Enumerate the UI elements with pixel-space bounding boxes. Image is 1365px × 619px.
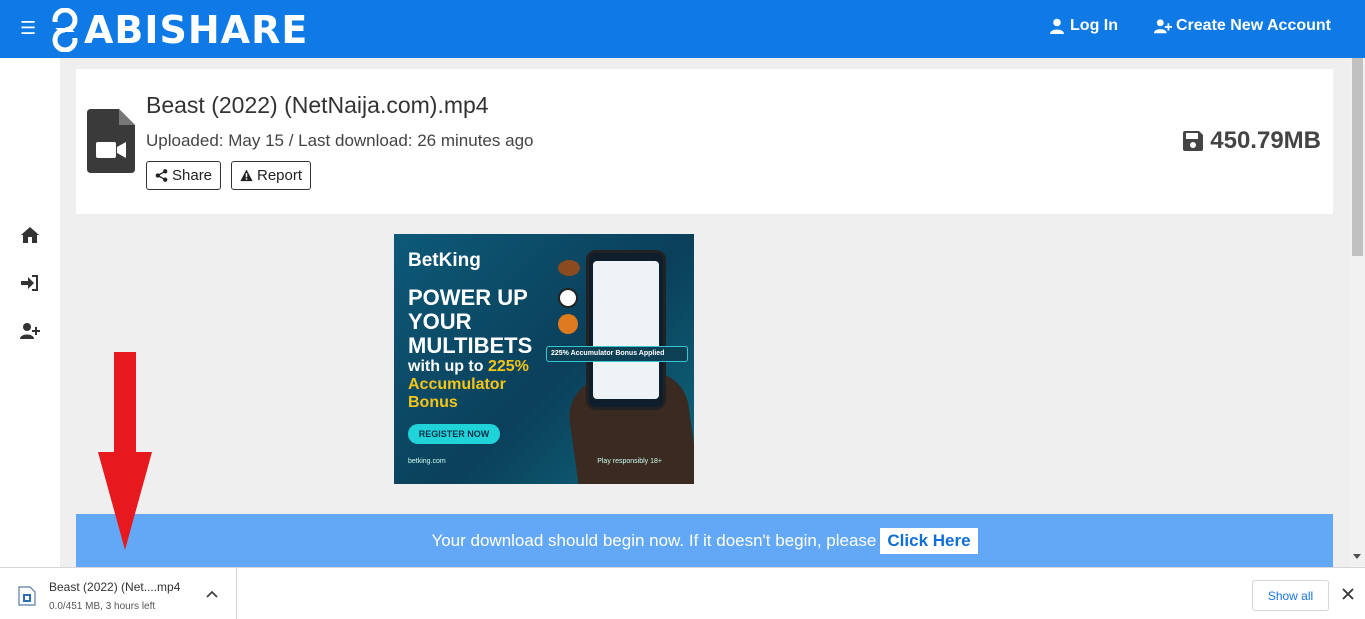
download-file-icon xyxy=(18,586,36,606)
file-size: 450.79MB xyxy=(1182,127,1321,155)
share-button[interactable]: Share xyxy=(146,161,222,190)
login-label: Log In xyxy=(1070,17,1118,34)
close-icon[interactable] xyxy=(1341,587,1355,601)
ad-phone-screen xyxy=(593,261,659,399)
save-disk-icon xyxy=(1183,131,1204,151)
left-sidebar xyxy=(0,58,60,567)
download-filename: Beast (2022) (Net....mp4 xyxy=(49,580,181,594)
home-icon[interactable] xyxy=(20,226,40,244)
file-card: Beast (2022) (NetNaija.com).mp4 Uploaded… xyxy=(76,69,1333,214)
login-link[interactable]: Log In xyxy=(1048,17,1118,35)
report-button[interactable]: Report xyxy=(231,161,312,190)
create-account-label: Create New Account xyxy=(1176,17,1331,34)
download-notice: Your download should begin now. If it do… xyxy=(76,514,1333,567)
page-scrollbar[interactable] xyxy=(1350,58,1365,567)
scrollbar-thumb[interactable] xyxy=(1352,58,1363,256)
ad-sub-highlight2: Accumulator Bonus xyxy=(408,376,506,411)
browser-download-bar: Beast (2022) (Net....mp4 0.0/451 MB, 3 h… xyxy=(0,567,1365,619)
ad-bonus-pill: 225% Accumulator Bonus Applied xyxy=(546,346,688,362)
file-title: Beast (2022) (NetNaija.com).mp4 xyxy=(146,92,489,118)
download-item[interactable]: Beast (2022) (Net....mp4 0.0/451 MB, 3 h… xyxy=(0,568,237,619)
report-label: Report xyxy=(257,167,303,184)
ad-subheadline: with up to 225% Accumulator Bonus xyxy=(408,358,558,412)
logo-s-mark xyxy=(48,8,82,52)
file-upload-meta: Uploaded: May 15 / Last download: 26 min… xyxy=(146,131,534,150)
top-navbar: ☰ ABISHARE Log In Create New Account xyxy=(0,0,1365,58)
red-down-arrow xyxy=(98,352,152,550)
notice-text: Your download should begin now. If it do… xyxy=(431,530,877,550)
ad-headline: POWER UP YOUR MULTIBETS xyxy=(408,285,533,358)
ad-url: betking.com xyxy=(408,458,446,465)
football-icon xyxy=(558,260,580,276)
create-account-link[interactable]: Create New Account xyxy=(1154,17,1331,35)
user-plus-icon xyxy=(1154,19,1172,34)
site-logo[interactable]: ABISHARE xyxy=(48,6,308,54)
share-label: Share xyxy=(172,167,213,184)
scroll-down-arrow-icon[interactable] xyxy=(1353,554,1361,559)
ad-responsible: Play responsibly 18+ xyxy=(597,458,662,465)
file-size-value: 450.79MB xyxy=(1210,127,1321,154)
soccer-ball-icon xyxy=(558,288,578,308)
betking-ad-banner[interactable]: BetKing POWER UP YOUR MULTIBETS with up … xyxy=(394,234,694,484)
ad-phone-image xyxy=(586,250,666,410)
sign-in-icon[interactable] xyxy=(20,274,40,292)
user-plus-icon[interactable] xyxy=(20,322,40,340)
ad-register-button[interactable]: REGISTER NOW xyxy=(408,424,500,444)
share-icon xyxy=(155,169,168,182)
download-status: 0.0/451 MB, 3 hours left xyxy=(49,601,156,612)
ad-brand: BetKing xyxy=(408,250,481,271)
main-content: Beast (2022) (NetNaija.com).mp4 Uploaded… xyxy=(60,58,1350,567)
user-icon xyxy=(1050,18,1065,34)
logo-text: ABISHARE xyxy=(84,8,309,52)
menu-icon[interactable]: ☰ xyxy=(20,17,36,39)
warning-icon xyxy=(240,169,253,182)
chevron-up-icon[interactable] xyxy=(206,589,218,599)
video-file-icon xyxy=(87,109,135,173)
ad-sub-prefix: with up to xyxy=(408,358,484,375)
ad-sub-highlight: 225% xyxy=(487,358,529,375)
click-here-link[interactable]: Click Here xyxy=(880,527,978,554)
show-all-button[interactable]: Show all xyxy=(1252,580,1329,611)
basketball-icon xyxy=(558,314,578,334)
